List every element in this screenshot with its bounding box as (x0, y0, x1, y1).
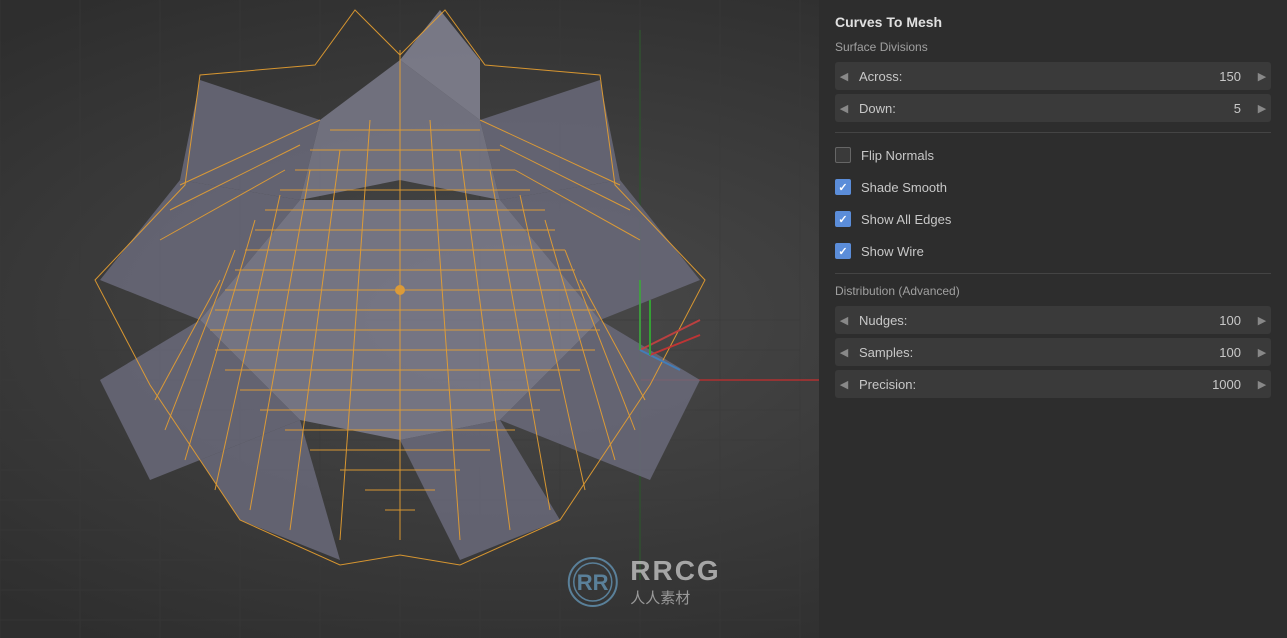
samples-arrow-right[interactable]: ▶ (1253, 338, 1271, 366)
down-label: Down: (853, 101, 1234, 116)
flip-normals-row[interactable]: Flip Normals (835, 143, 1271, 167)
panel-title: Curves To Mesh (835, 14, 1271, 30)
across-field[interactable]: ◀ Across: 150 ▶ (835, 62, 1271, 90)
down-arrow-right[interactable]: ▶ (1253, 94, 1271, 122)
flip-normals-label: Flip Normals (861, 148, 934, 163)
samples-value: 100 (1219, 345, 1253, 360)
nudges-value: 100 (1219, 313, 1253, 328)
samples-field[interactable]: ◀ Samples: 100 ▶ (835, 338, 1271, 366)
down-value: 5 (1234, 101, 1253, 116)
divider-1 (835, 132, 1271, 133)
watermark-logo: RR (566, 556, 618, 608)
flip-normals-checkbox[interactable] (835, 147, 851, 163)
down-arrow-left[interactable]: ◀ (835, 94, 853, 122)
show-all-edges-label: Show All Edges (861, 212, 951, 227)
watermark-en: RRCG (630, 555, 720, 587)
samples-arrow-left[interactable]: ◀ (835, 338, 853, 366)
watermark-cn: 人人素材 (630, 587, 720, 608)
distribution-label: Distribution (Advanced) (835, 284, 1271, 298)
across-arrow-left[interactable]: ◀ (835, 62, 853, 90)
show-all-edges-checkbox[interactable] (835, 211, 851, 227)
precision-value: 1000 (1212, 377, 1253, 392)
show-all-edges-row[interactable]: Show All Edges (835, 207, 1271, 231)
shade-smooth-label: Shade Smooth (861, 180, 947, 195)
properties-panel: Curves To Mesh Surface Divisions ◀ Acros… (819, 0, 1287, 638)
precision-label: Precision: (853, 377, 1212, 392)
nudges-field[interactable]: ◀ Nudges: 100 ▶ (835, 306, 1271, 334)
across-arrow-right[interactable]: ▶ (1253, 62, 1271, 90)
precision-arrow-left[interactable]: ◀ (835, 370, 853, 398)
across-value: 150 (1219, 69, 1253, 84)
svg-text:RR: RR (576, 570, 608, 595)
watermark-text-group: RRCG 人人素材 (630, 555, 720, 608)
watermark: RR RRCG 人人素材 (566, 555, 720, 608)
show-wire-row[interactable]: Show Wire (835, 239, 1271, 263)
precision-arrow-right[interactable]: ▶ (1253, 370, 1271, 398)
nudges-label: Nudges: (853, 313, 1219, 328)
show-wire-label: Show Wire (861, 244, 924, 259)
shade-smooth-row[interactable]: Shade Smooth (835, 175, 1271, 199)
samples-label: Samples: (853, 345, 1219, 360)
divider-2 (835, 273, 1271, 274)
down-field[interactable]: ◀ Down: 5 ▶ (835, 94, 1271, 122)
show-wire-checkbox[interactable] (835, 243, 851, 259)
across-label: Across: (853, 69, 1219, 84)
precision-field[interactable]: ◀ Precision: 1000 ▶ (835, 370, 1271, 398)
shade-smooth-checkbox[interactable] (835, 179, 851, 195)
nudges-arrow-left[interactable]: ◀ (835, 306, 853, 334)
nudges-arrow-right[interactable]: ▶ (1253, 306, 1271, 334)
surface-divisions-label: Surface Divisions (835, 40, 1271, 54)
